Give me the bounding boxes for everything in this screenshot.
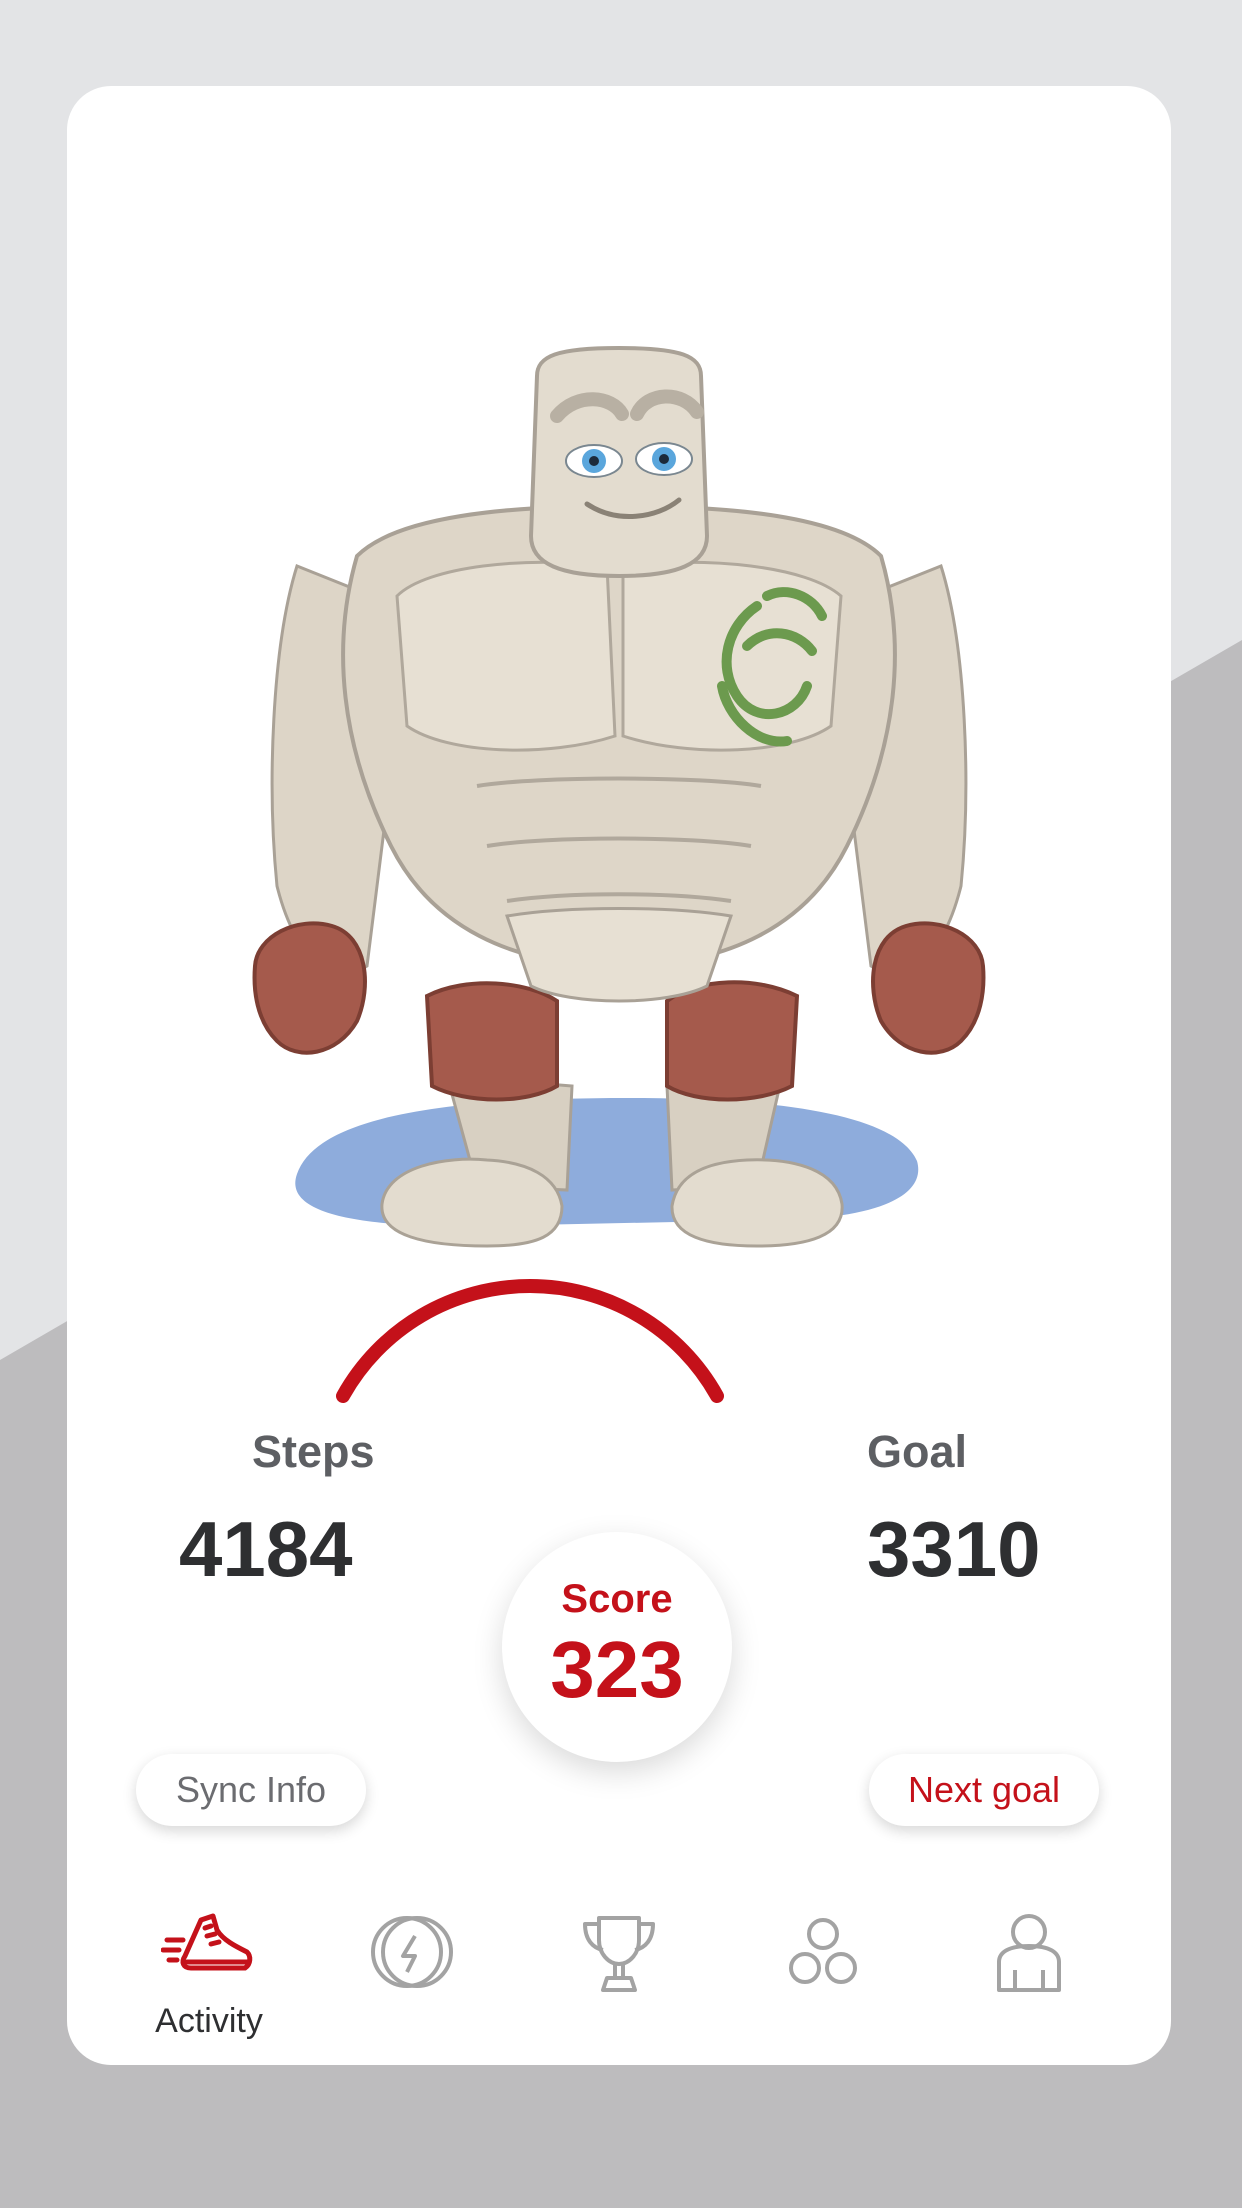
score-circle[interactable]: Score 323 xyxy=(502,1532,732,1762)
nav-tab-trophy[interactable] xyxy=(539,1906,699,2056)
bottom-navigation: Activity xyxy=(67,1906,1171,2056)
score-value: 323 xyxy=(550,1624,684,1714)
nav-label-activity: Activity xyxy=(155,2002,263,2040)
goal-value: 3310 xyxy=(867,1505,1041,1593)
three-circles-icon xyxy=(789,1918,857,1984)
coin-bolt-icon xyxy=(371,1916,453,1988)
nav-tab-groups[interactable] xyxy=(743,1906,903,2056)
running-shoe-icon xyxy=(161,1913,253,1971)
goal-label: Goal xyxy=(867,1426,968,1477)
sync-info-button[interactable]: Sync Info xyxy=(136,1754,366,1826)
trophy-icon xyxy=(583,1916,655,1992)
person-icon xyxy=(997,1914,1061,1992)
steps-label: Steps xyxy=(252,1426,375,1477)
activity-card: Steps 4184 Goal 3310 Score 323 Sync Info… xyxy=(67,86,1171,2065)
golem-character-illustration xyxy=(252,345,986,1248)
next-goal-button[interactable]: Next goal xyxy=(869,1754,1099,1826)
nav-tab-coins[interactable] xyxy=(331,1906,491,2056)
nav-tab-profile[interactable] xyxy=(949,1906,1109,2056)
nav-tab-activity[interactable]: Activity xyxy=(129,1906,289,2056)
score-label: Score xyxy=(561,1576,673,1621)
steps-value: 4184 xyxy=(179,1505,353,1593)
